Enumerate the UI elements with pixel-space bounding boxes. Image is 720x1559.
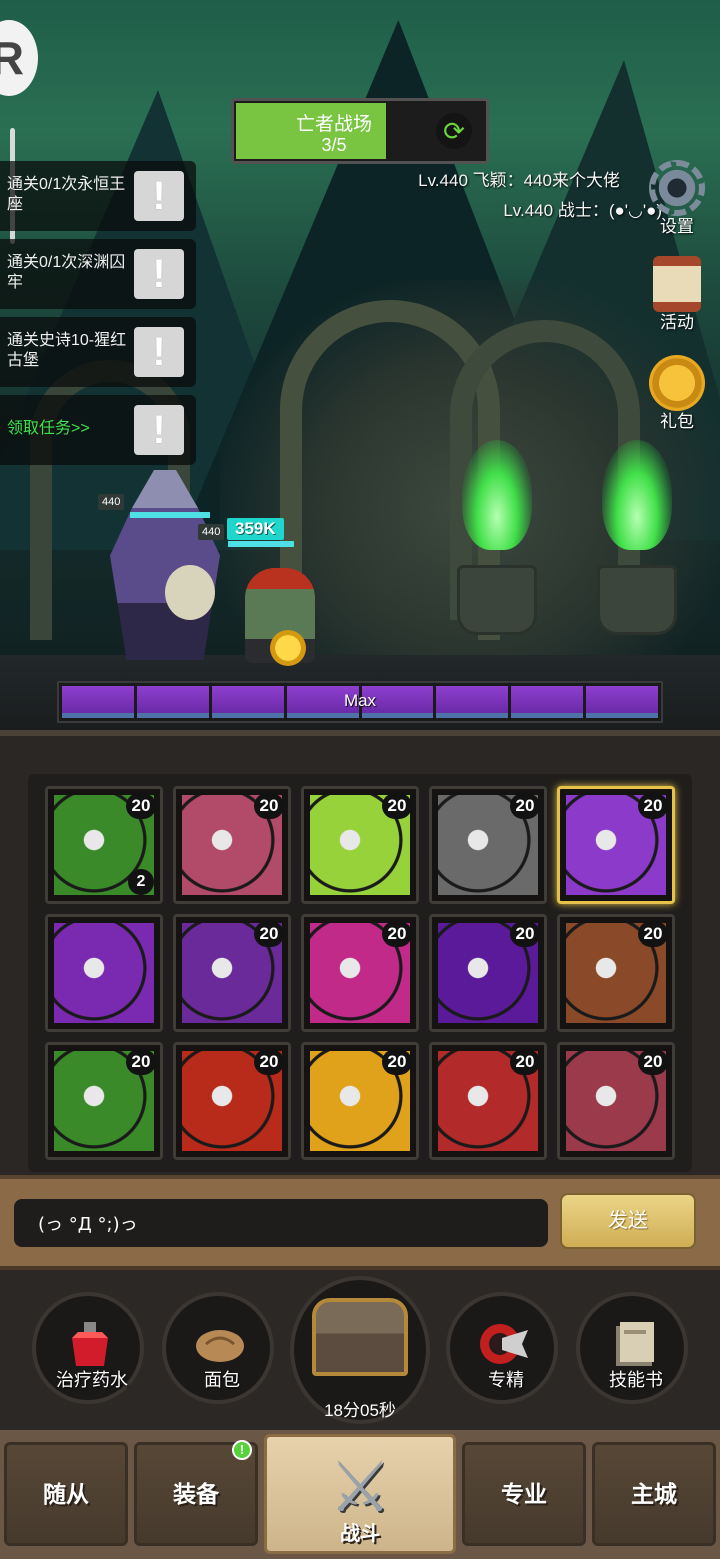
skill-slot[interactable]: 20 <box>173 786 291 904</box>
accept-quest-link[interactable]: 领取任务>> <box>7 419 127 439</box>
skill-level-badge: 20 <box>254 921 284 947</box>
skill-level-badge: 20 <box>638 793 668 819</box>
skill-level-badge: 20 <box>382 1049 412 1075</box>
brazier <box>457 565 537 635</box>
tab-main-city[interactable]: 主城 <box>592 1442 716 1546</box>
tab-battle[interactable]: ⚔ 战斗 <box>264 1434 456 1554</box>
hp-bar <box>130 512 210 518</box>
notification-badge: ! <box>232 1440 252 1460</box>
quest-alert-button[interactable]: ! <box>134 249 184 299</box>
skill-slot[interactable]: 20 <box>429 914 547 1032</box>
green-flame-icon <box>462 440 532 550</box>
scroll-icon <box>653 256 701 312</box>
events-label: 活动 <box>660 313 694 332</box>
gift-pack-label: 礼包 <box>660 412 694 431</box>
gift-pack-button[interactable]: 礼包 <box>642 355 712 432</box>
skill-level-badge: 20 <box>254 793 284 819</box>
skill-grid: 20 2 20 20 20 20 20 20 20 20 20 20 20 20 20 <box>28 774 692 1172</box>
bread-button[interactable]: 面包 <box>162 1292 274 1404</box>
skill-count-badge: 2 <box>128 869 154 895</box>
quest-alert-button[interactable]: ! <box>134 327 184 377</box>
stage-name: 亡者战场 <box>295 114 372 135</box>
player-name-line: Lv.440 飞颖：440来个大佬 <box>418 171 620 190</box>
quest-alert-button[interactable]: ! <box>134 405 184 455</box>
raven-icon <box>54 923 154 1023</box>
skill-slot[interactable]: 20 <box>173 1042 291 1160</box>
skill-level-badge: 20 <box>510 793 540 819</box>
skill-level-badge: 20 <box>254 1049 284 1075</box>
skill-slot[interactable]: 20 <box>429 1042 547 1160</box>
damage-number: 359K <box>227 518 284 540</box>
brazier <box>597 565 677 635</box>
quest-item[interactable]: 通关史诗10-猩红古堡 ! <box>0 317 196 387</box>
skill-level-badge: 20 <box>382 921 412 947</box>
green-flame-icon <box>602 440 672 550</box>
stage-banner[interactable]: 亡者战场 3/5 ⟳ <box>231 98 489 164</box>
hp-bar <box>228 541 294 547</box>
skill-book-label: 技能书 <box>609 1370 663 1390</box>
health-potion-label: 治疗药水 <box>56 1370 128 1390</box>
mastery-button[interactable]: 专精 <box>446 1292 558 1404</box>
skill-level-badge: 20 <box>638 1049 668 1075</box>
skill-slot[interactable] <box>45 914 163 1032</box>
bread-icon <box>196 1330 244 1362</box>
treasure-chest-button[interactable]: 18分05秒 <box>290 1276 430 1424</box>
bread-label: 面包 <box>204 1370 240 1390</box>
skill-level-badge: 20 <box>638 921 668 947</box>
skill-slot[interactable]: 20 <box>301 1042 419 1160</box>
player-name-line: Lv.440 战士：(●'◡'●) <box>503 201 662 220</box>
skill-slot[interactable]: 20 <box>429 786 547 904</box>
gold-coin-icon[interactable] <box>270 630 306 666</box>
skill-slot[interactable]: 20 <box>301 786 419 904</box>
tab-followers[interactable]: 随从 <box>4 1442 128 1546</box>
gift-coin-icon <box>649 355 705 411</box>
chat-bar: 发送 <box>0 1175 720 1270</box>
skill-level-badge: 20 <box>510 1049 540 1075</box>
hero-level-badge: 440 <box>198 524 225 540</box>
skill-book-button[interactable]: 技能书 <box>576 1292 688 1404</box>
gear-icon <box>649 160 705 216</box>
crossed-swords-icon: ⚔ <box>328 1448 392 1526</box>
quest-item[interactable]: 通关0/1次永恒王座 ! <box>0 161 196 231</box>
rage-bar: Max <box>57 681 663 723</box>
chest-timer: 18分05秒 <box>324 1401 396 1420</box>
skull-pet <box>165 565 215 620</box>
health-potion-button[interactable]: 治疗药水 <box>32 1292 144 1404</box>
mastery-label: 专精 <box>488 1370 524 1390</box>
skill-level-badge: 20 <box>126 793 156 819</box>
skill-slot[interactable]: 20 <box>557 1042 675 1160</box>
settings-label: 设置 <box>660 217 694 236</box>
skill-slot[interactable]: 20 <box>173 914 291 1032</box>
hero-level-badge: 440 <box>98 494 125 510</box>
tab-battle-label: 战斗 <box>340 1523 380 1545</box>
health-potion-icon <box>72 1322 108 1366</box>
treasure-chest-icon <box>312 1298 408 1376</box>
events-button[interactable]: 活动 <box>642 256 712 333</box>
send-button[interactable]: 发送 <box>560 1193 696 1249</box>
refresh-icon[interactable]: ⟳ <box>436 113 472 149</box>
quest-alert-button[interactable]: ! <box>134 171 184 221</box>
settings-button[interactable]: 设置 <box>642 160 712 237</box>
quest-text: 通关0/1次永恒王座 <box>7 176 126 213</box>
tab-profession[interactable]: 专业 <box>462 1442 586 1546</box>
quest-item[interactable]: 领取任务>> ! <box>0 395 196 465</box>
skill-level-badge: 20 <box>126 1049 156 1075</box>
skill-book-icon <box>616 1322 654 1366</box>
skill-slot[interactable]: 20 2 <box>45 786 163 904</box>
skill-slot[interactable]: 20 <box>557 786 675 904</box>
stage-progress: 3/5 <box>321 135 347 155</box>
chat-input[interactable] <box>14 1199 548 1247</box>
quest-item[interactable]: 通关0/1次深渊囚牢 ! <box>0 239 196 309</box>
skill-level-badge: 20 <box>382 793 412 819</box>
skill-slot[interactable]: 20 <box>557 914 675 1032</box>
skill-slot[interactable]: 20 <box>301 914 419 1032</box>
skill-level-badge: 20 <box>510 921 540 947</box>
quest-text: 通关0/1次深渊囚牢 <box>7 254 126 291</box>
mastery-icon <box>480 1324 528 1364</box>
skill-slot[interactable]: 20 <box>45 1042 163 1160</box>
skill-panel: 20 2 20 20 20 20 20 20 20 20 20 20 20 20 20 <box>0 730 720 1175</box>
rage-max-label: Max <box>343 691 377 710</box>
quest-text: 通关史诗10-猩红古堡 <box>7 332 127 369</box>
bottom-nav: 随从 装备 ⚔ 战斗 专业 主城 <box>0 1430 720 1559</box>
